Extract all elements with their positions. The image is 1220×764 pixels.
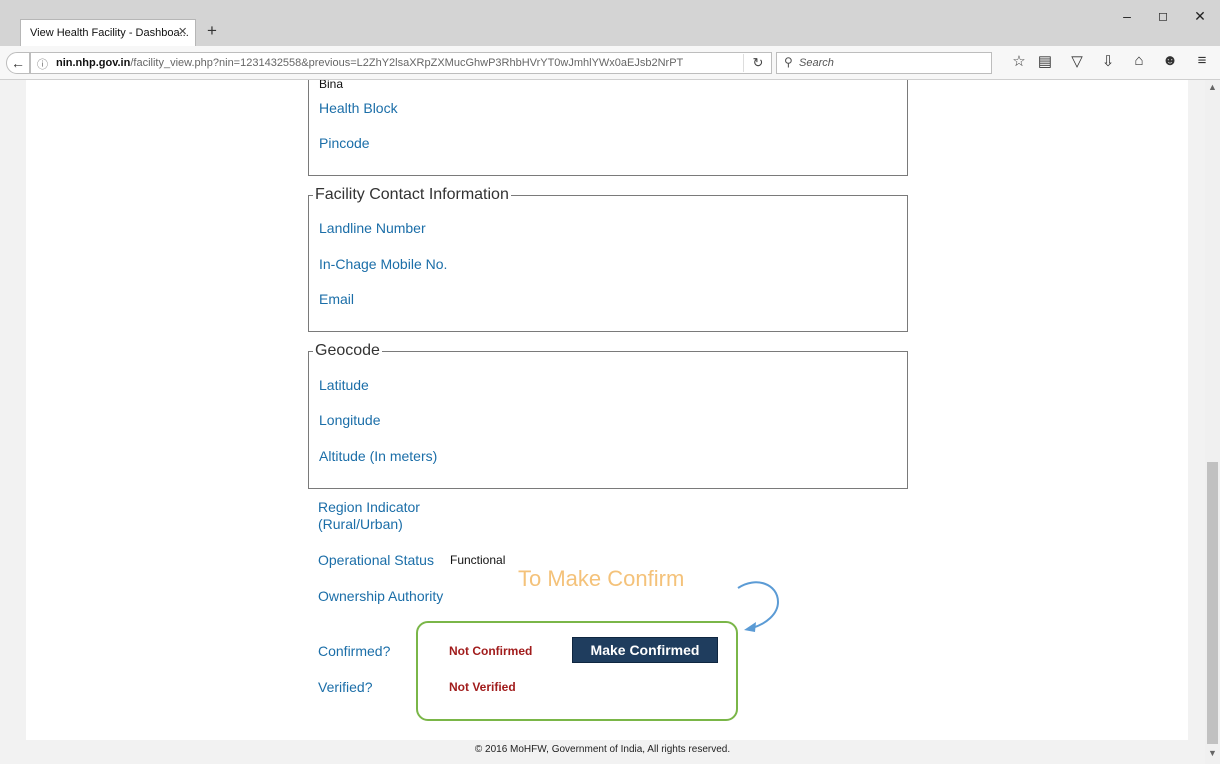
page-viewport: Bina Health Block Pincode Facility Conta… xyxy=(0,80,1205,764)
download-icon[interactable]: ⇩ xyxy=(1098,52,1118,70)
url-text[interactable]: nin.nhp.gov.in/facility_view.php?nin=123… xyxy=(56,57,726,69)
scroll-down-icon[interactable]: ▼ xyxy=(1205,748,1220,758)
geocode-section: Geocode Latitude Longitude Altitude (In … xyxy=(308,342,908,489)
vertical-scrollbar[interactable]: ▲ ▼ xyxy=(1205,80,1220,764)
confirmed-status: Not Confirmed xyxy=(449,644,533,658)
scroll-up-icon[interactable]: ▲ xyxy=(1205,82,1220,92)
star-icon[interactable]: ☆ xyxy=(1009,52,1029,70)
verified-status: Not Verified xyxy=(449,680,516,694)
home-icon[interactable]: ⌂ xyxy=(1129,52,1149,69)
new-tab-icon[interactable]: + xyxy=(207,21,217,41)
tab-title: View Health Facility - Dashboa... xyxy=(30,27,189,39)
close-window-icon[interactable]: ✕ xyxy=(1190,8,1210,25)
tab-bar: View Health Facility - Dashboa... × + – … xyxy=(0,0,1220,46)
longitude-label: Longitude xyxy=(319,412,381,428)
altitude-label: Altitude (In meters) xyxy=(319,448,438,464)
region-indicator-sublabel: (Rural/Urban) xyxy=(318,516,403,532)
confirmation-highlight xyxy=(416,621,738,721)
annotation-text: To Make Confirm xyxy=(518,566,685,591)
page-footer: © 2016 MoHFW, Government of India, All r… xyxy=(474,744,731,755)
url-domain: nin.nhp.gov.in xyxy=(56,57,131,69)
reading-list-icon[interactable]: ▤ xyxy=(1035,52,1055,70)
contact-info-section: Facility Contact Information Landline Nu… xyxy=(308,186,908,332)
ownership-authority-label: Ownership Authority xyxy=(318,588,444,604)
tab-close-icon[interactable]: × xyxy=(178,23,187,40)
reload-icon[interactable]: ↻ xyxy=(743,54,772,72)
verified-label: Verified? xyxy=(318,679,373,695)
info-icon[interactable]: ⓘ xyxy=(37,56,48,72)
minimize-icon[interactable]: – xyxy=(1117,8,1137,24)
url-bar[interactable]: ⓘ nin.nhp.gov.in/facility_view.php?nin=1… xyxy=(30,52,772,74)
facility-details-card: Bina Health Block Pincode Facility Conta… xyxy=(26,80,1188,740)
search-bar[interactable]: ⚲ Search xyxy=(776,52,992,74)
hamburger-menu-icon[interactable]: ≡ xyxy=(1192,52,1212,69)
back-arrow-icon[interactable]: ← xyxy=(6,52,30,74)
health-block-label: Health Block xyxy=(319,100,398,116)
contact-info-legend: Facility Contact Information xyxy=(313,186,511,204)
maximize-icon[interactable]: ◻ xyxy=(1153,9,1173,23)
operational-status-label: Operational Status xyxy=(318,552,434,568)
make-confirmed-button[interactable]: Make Confirmed xyxy=(572,637,718,663)
mobile-number-label: In-Chage Mobile No. xyxy=(319,256,448,272)
pocket-icon[interactable]: ▽ xyxy=(1067,52,1087,70)
url-path: /facility_view.php?nin=1231432558&previo… xyxy=(130,57,684,69)
search-icon: ⚲ xyxy=(784,55,793,69)
email-label: Email xyxy=(319,291,355,307)
browser-tab[interactable]: View Health Facility - Dashboa... × xyxy=(20,19,196,46)
latitude-label: Latitude xyxy=(319,377,369,393)
geocode-legend: Geocode xyxy=(313,342,382,360)
cut-off-value: Bina xyxy=(319,80,344,91)
sync-icon[interactable]: ☻ xyxy=(1160,52,1180,69)
region-indicator-label: Region Indicator xyxy=(318,499,420,515)
search-placeholder: Search xyxy=(799,57,834,69)
pincode-label: Pincode xyxy=(319,135,370,151)
confirmed-label: Confirmed? xyxy=(318,643,391,659)
operational-status-value: Functional xyxy=(450,553,506,567)
landline-number-label: Landline Number xyxy=(319,220,426,236)
scrollbar-thumb[interactable] xyxy=(1207,462,1218,744)
address-section: Bina Health Block Pincode xyxy=(308,80,908,176)
